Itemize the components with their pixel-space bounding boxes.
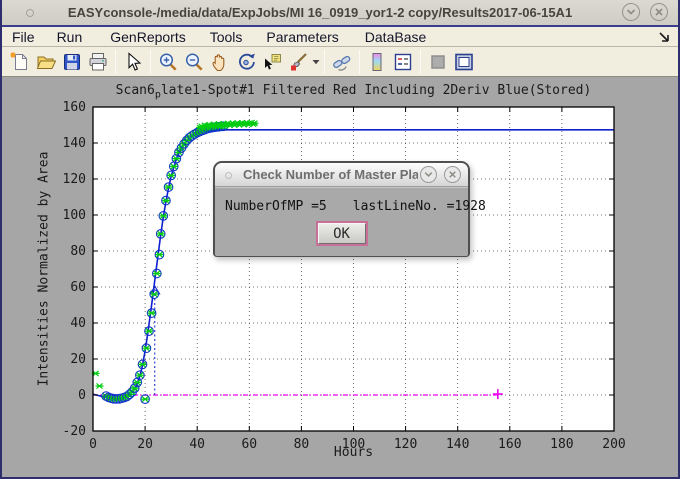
- link-plot-icon: [331, 51, 353, 73]
- menu-overflow-button[interactable]: [656, 29, 672, 48]
- toolbar-separator: [115, 50, 116, 74]
- zoom-in-button[interactable]: [155, 49, 181, 75]
- close-icon: [652, 5, 666, 19]
- x-axis-label: Hours: [93, 445, 614, 460]
- dropdown-caret-icon: [312, 59, 320, 65]
- toolbar-separator: [359, 50, 360, 74]
- show-plot-tools-icon: [453, 51, 475, 73]
- dialog-body: NumberOfMP =5lastLineNo. =1928 OK: [215, 187, 468, 256]
- window-menu-icon[interactable]: [26, 9, 34, 17]
- svg-text:0: 0: [78, 388, 86, 403]
- dialog-minimize-button[interactable]: [420, 166, 437, 183]
- y-axis-label: Intensities Normalized by Area: [37, 152, 52, 387]
- insert-colorbar-button[interactable]: [364, 49, 390, 75]
- menu-genreports[interactable]: GenReports: [110, 29, 185, 45]
- print-icon: [87, 51, 109, 73]
- dialog-close-button[interactable]: [444, 166, 461, 183]
- pan-hand-icon: [209, 51, 231, 73]
- link-plot-button[interactable]: [329, 49, 355, 75]
- number-of-mp-value: NumberOfMP =5: [225, 199, 327, 214]
- chart-title: Scan6plate1-Spot#1 Filtered Red Includin…: [93, 83, 614, 101]
- dialog-check-number-of-master-plates: Check Number of Master Pla NumberOfMP =5…: [213, 161, 470, 257]
- figure-area: 020406080100120140160180200-200204060801…: [2, 77, 678, 477]
- dialog-title: Check Number of Master Pla: [243, 163, 418, 187]
- svg-text:60: 60: [70, 280, 86, 295]
- chevron-down-icon: [422, 168, 435, 181]
- brush-data-button[interactable]: [285, 49, 311, 75]
- open-file-icon: [35, 51, 57, 73]
- svg-text:80: 80: [70, 244, 86, 259]
- insert-colorbar-icon: [366, 51, 388, 73]
- menu-parameters[interactable]: Parameters: [266, 29, 338, 45]
- window-titlebar[interactable]: EASYconsole-/media/data/ExpJobs/MI 16_09…: [2, 0, 678, 25]
- figure-toolbar: [2, 47, 678, 77]
- rotate-3d-button[interactable]: [233, 49, 259, 75]
- menu-tools[interactable]: Tools: [210, 29, 243, 45]
- save-icon: [61, 51, 83, 73]
- minimize-button[interactable]: [622, 3, 640, 21]
- insert-legend-icon: [392, 51, 414, 73]
- open-file-button[interactable]: [33, 49, 59, 75]
- toolbar-separator: [324, 50, 325, 74]
- rotate-3d-icon: [235, 51, 257, 73]
- plot-canvas[interactable]: 020406080100120140160180200-200204060801…: [2, 77, 678, 475]
- zoom-in-icon: [157, 51, 179, 73]
- data-cursor-icon: [261, 51, 283, 73]
- svg-text:120: 120: [63, 172, 86, 187]
- svg-text:140: 140: [63, 136, 86, 151]
- brush-data-icon: [287, 51, 309, 73]
- toolbar-separator: [420, 50, 421, 74]
- new-file-button[interactable]: [7, 49, 33, 75]
- svg-text:160: 160: [63, 100, 86, 115]
- pan-button[interactable]: [207, 49, 233, 75]
- hide-plot-tools-icon: [427, 51, 449, 73]
- svg-text:40: 40: [70, 316, 86, 331]
- svg-text:100: 100: [63, 208, 86, 223]
- chevron-down-icon: [624, 5, 638, 19]
- svg-text:-20: -20: [63, 424, 86, 439]
- app-window: EASYconsole-/media/data/ExpJobs/MI 16_09…: [0, 0, 680, 479]
- menu-run[interactable]: Run: [57, 29, 83, 45]
- data-cursor-button[interactable]: [259, 49, 285, 75]
- arrow-down-right-icon: [656, 29, 672, 45]
- svg-text:20: 20: [70, 352, 86, 367]
- dialog-menu-icon: [225, 172, 232, 179]
- last-line-no-value: lastLineNo. =1928: [353, 199, 486, 214]
- new-file-icon: [9, 51, 31, 73]
- hide-plot-tools-button[interactable]: [425, 49, 451, 75]
- close-icon: [446, 168, 459, 181]
- brush-menu-button[interactable]: [311, 49, 320, 75]
- edit-plot-button[interactable]: [120, 49, 146, 75]
- window-title: EASYconsole-/media/data/ExpJobs/MI 16_09…: [52, 0, 588, 25]
- dialog-message: NumberOfMP =5 lastLineNo. =1928: [225, 199, 486, 214]
- menubar: File Run GenReports Tools Parameters Dat…: [2, 25, 678, 47]
- dialog-titlebar[interactable]: Check Number of Master Pla: [215, 163, 468, 187]
- print-button[interactable]: [85, 49, 111, 75]
- zoom-out-button[interactable]: [181, 49, 207, 75]
- toolbar-separator: [150, 50, 151, 74]
- ok-button[interactable]: OK: [318, 223, 366, 244]
- edit-plot-pointer-icon: [122, 51, 144, 73]
- insert-legend-button[interactable]: [390, 49, 416, 75]
- menu-file[interactable]: File: [12, 29, 35, 45]
- show-plot-tools-button[interactable]: [451, 49, 477, 75]
- zoom-out-icon: [183, 51, 205, 73]
- close-button[interactable]: [650, 3, 668, 21]
- menu-database[interactable]: DataBase: [365, 29, 426, 45]
- save-button[interactable]: [59, 49, 85, 75]
